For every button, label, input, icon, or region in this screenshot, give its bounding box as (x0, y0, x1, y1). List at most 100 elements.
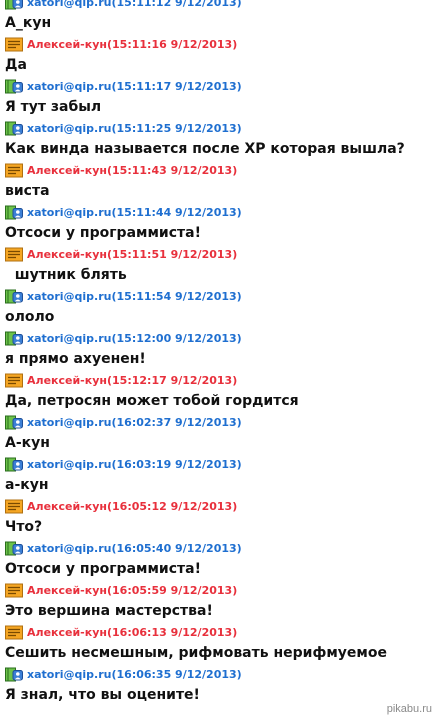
sender-name: Алексей-кун (27, 38, 107, 51)
chat-message: Алексей-кун (15:11:51 9/12/2013) шутник … (0, 244, 436, 286)
chat-user-icon (5, 499, 23, 514)
sender-name: Алексей-кун (27, 248, 107, 261)
message-timestamp: (16:02:37 9/12/2013) (111, 416, 242, 429)
message-header: Алексей-кун (15:12:17 9/12/2013) (0, 370, 436, 391)
sender-name: Алексей-кун (27, 374, 107, 387)
message-header: Алексей-кун (15:11:51 9/12/2013) (0, 244, 436, 265)
message-text: А-кун (5, 435, 50, 451)
chat-message: xatori@qip.ru (15:11:54 9/12/2013) ололо (0, 286, 436, 328)
sender-name: xatori@qip.ru (27, 542, 112, 555)
message-text: ололо (5, 309, 55, 325)
book-user-icon (5, 121, 23, 136)
book-user-icon (5, 415, 23, 430)
message-text: Отсоси у программиста! (5, 561, 201, 577)
book-user-icon (5, 205, 23, 220)
book-user-icon (5, 331, 23, 346)
sender-name: xatori@qip.ru (27, 668, 112, 681)
message-text: Что? (5, 519, 43, 535)
chat-message: xatori@qip.ru (15:11:17 9/12/2013) Я тут … (0, 76, 436, 118)
message-timestamp: (16:03:19 9/12/2013) (111, 458, 242, 471)
chat-message: xatori@qip.ru (15:11:44 9/12/2013) Отсоси… (0, 202, 436, 244)
message-timestamp: (15:11:54 9/12/2013) (111, 290, 242, 303)
chat-message: xatori@qip.ru (15:11:12 9/12/2013) А_кун (0, 0, 436, 34)
chat-user-icon (5, 37, 23, 52)
sender-name: xatori@qip.ru (27, 290, 112, 303)
sender-name: xatori@qip.ru (27, 80, 112, 93)
message-header: xatori@qip.ru (16:05:40 9/12/2013) (0, 538, 436, 559)
chat-user-icon (5, 247, 23, 262)
message-header: Алексей-кун (16:05:12 9/12/2013) (0, 496, 436, 517)
message-header: Алексей-кун (16:06:13 9/12/2013) (0, 622, 436, 643)
message-text: шутник блять (5, 267, 127, 283)
chat-user-icon (5, 625, 23, 640)
chat-user-icon (5, 373, 23, 388)
message-timestamp: (16:05:40 9/12/2013) (111, 542, 242, 555)
sender-name: Алексей-кун (27, 500, 107, 513)
sender-name: xatori@qip.ru (27, 0, 112, 9)
chat-message: Алексей-кун (15:11:16 9/12/2013) Да (0, 34, 436, 76)
site-watermark: pikabu.ru (386, 703, 432, 715)
chat-message: xatori@qip.ru (16:02:37 9/12/2013) А-кун (0, 412, 436, 454)
message-header: Алексей-кун (15:11:43 9/12/2013) (0, 160, 436, 181)
message-text: Это вершина мастерства! (5, 603, 213, 619)
message-timestamp: (15:12:00 9/12/2013) (111, 332, 242, 345)
message-text: Отсоси у программиста! (5, 225, 201, 241)
message-timestamp: (15:11:25 9/12/2013) (111, 122, 242, 135)
sender-name: xatori@qip.ru (27, 416, 112, 429)
book-user-icon (5, 541, 23, 556)
message-text: Как винда называется после XP которая вы… (5, 141, 405, 157)
message-timestamp: (16:06:35 9/12/2013) (111, 668, 242, 681)
message-text: виста (5, 183, 50, 199)
message-timestamp: (15:11:17 9/12/2013) (111, 80, 242, 93)
sender-name: xatori@qip.ru (27, 332, 112, 345)
message-text: я прямо ахуенен! (5, 351, 146, 367)
message-timestamp: (16:05:12 9/12/2013) (107, 500, 238, 513)
chat-message: Алексей-кун (16:05:59 9/12/2013) Это верш… (0, 580, 436, 622)
book-user-icon (5, 289, 23, 304)
message-header: xatori@qip.ru (15:11:12 9/12/2013) (0, 0, 436, 13)
sender-name: Алексей-кун (27, 584, 107, 597)
message-header: xatori@qip.ru (15:11:44 9/12/2013) (0, 202, 436, 223)
sender-name: xatori@qip.ru (27, 122, 112, 135)
chat-message: xatori@qip.ru (15:12:00 9/12/2013) я прям… (0, 328, 436, 370)
chat-message: Алексей-кун (16:05:12 9/12/2013) Что? (0, 496, 436, 538)
book-user-icon (5, 667, 23, 682)
message-header: xatori@qip.ru (16:06:35 9/12/2013) (0, 664, 436, 685)
message-header: xatori@qip.ru (16:03:19 9/12/2013) (0, 454, 436, 475)
message-text: Я тут забыл (5, 99, 102, 115)
chat-message: xatori@qip.ru (16:05:40 9/12/2013) Отсоси… (0, 538, 436, 580)
chat-message: Алексей-кун (15:11:43 9/12/2013) виста (0, 160, 436, 202)
message-header: xatori@qip.ru (15:12:00 9/12/2013) (0, 328, 436, 349)
chat-user-icon (5, 583, 23, 598)
chat-message: xatori@qip.ru (15:11:25 9/12/2013) Как ви… (0, 118, 436, 160)
chat-message: xatori@qip.ru (16:06:35 9/12/2013) Я знал… (0, 664, 436, 706)
message-timestamp: (16:05:59 9/12/2013) (107, 584, 238, 597)
chat-message: Алексей-кун (15:12:17 9/12/2013) Да, петр… (0, 370, 436, 412)
message-text: А_кун (5, 15, 52, 31)
message-timestamp: (15:11:44 9/12/2013) (111, 206, 242, 219)
book-user-icon (5, 457, 23, 472)
sender-name: xatori@qip.ru (27, 458, 112, 471)
message-header: xatori@qip.ru (15:11:25 9/12/2013) (0, 118, 436, 139)
book-user-icon (5, 79, 23, 94)
message-header: Алексей-кун (15:11:16 9/12/2013) (0, 34, 436, 55)
chat-message: xatori@qip.ru (16:03:19 9/12/2013) а-кун (0, 454, 436, 496)
message-timestamp: (15:11:43 9/12/2013) (107, 164, 238, 177)
chat-message: Алексей-кун (16:06:13 9/12/2013) Сешить н… (0, 622, 436, 664)
sender-name: Алексей-кун (27, 164, 107, 177)
message-header: xatori@qip.ru (16:02:37 9/12/2013) (0, 412, 436, 433)
sender-name: Алексей-кун (27, 626, 107, 639)
message-text: а-кун (5, 477, 49, 493)
chat-user-icon (5, 163, 23, 178)
message-header: xatori@qip.ru (15:11:54 9/12/2013) (0, 286, 436, 307)
message-text: Я знал, что вы оцените! (5, 687, 200, 703)
message-timestamp: (15:12:17 9/12/2013) (107, 374, 238, 387)
chat-log: xatori@qip.ru (15:11:12 9/12/2013) А_кун А… (0, 0, 436, 706)
message-timestamp: (15:11:51 9/12/2013) (107, 248, 238, 261)
message-text: Сешить несмешным, рифмовать нерифмуемое (5, 645, 387, 661)
message-timestamp: (15:11:16 9/12/2013) (107, 38, 238, 51)
message-text: Да, петросян может тобой гордится (5, 393, 299, 409)
message-timestamp: (16:06:13 9/12/2013) (107, 626, 238, 639)
message-text: Да (5, 57, 27, 73)
message-header: xatori@qip.ru (15:11:17 9/12/2013) (0, 76, 436, 97)
